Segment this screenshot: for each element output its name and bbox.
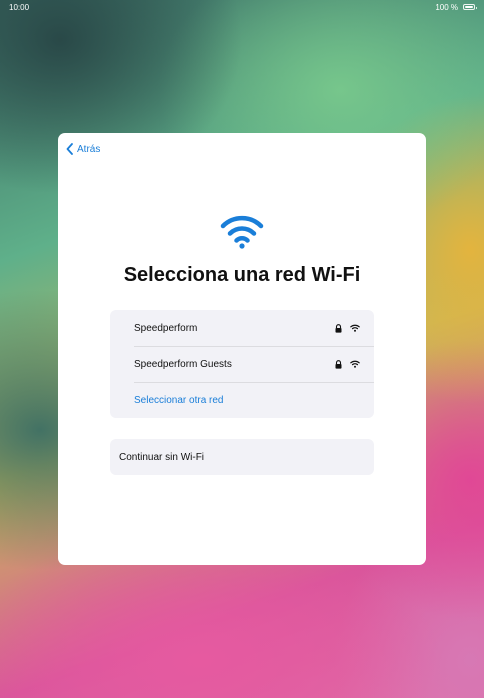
wifi-icon — [350, 360, 360, 368]
wifi-icon — [350, 324, 360, 332]
network-status-icons — [335, 359, 360, 369]
status-right: 100 % — [435, 2, 477, 12]
status-bar: 10:00 100 % — [0, 0, 484, 14]
network-name: Speedperform Guests — [134, 358, 232, 370]
back-button[interactable]: Atrás — [66, 143, 100, 155]
choose-other-network-link[interactable]: Seleccionar otra red — [134, 382, 224, 418]
network-list: Speedperform Speedperform Guests Selecci… — [110, 310, 374, 418]
chevron-left-icon — [66, 143, 73, 155]
network-row-speedperform[interactable]: Speedperform — [134, 310, 374, 346]
lock-icon — [335, 323, 342, 333]
wifi-icon — [220, 215, 264, 249]
battery-icon — [463, 4, 477, 10]
network-status-icons — [335, 323, 360, 333]
network-row-speedperform-guests[interactable]: Speedperform Guests — [134, 346, 374, 382]
lock-icon — [335, 359, 342, 369]
network-name: Speedperform — [134, 322, 198, 334]
battery-percent: 100 % — [435, 2, 458, 12]
page-title: Selecciona una red Wi-Fi — [123, 264, 361, 286]
wifi-setup-card: Atrás Selecciona una red Wi-Fi Speedperf… — [58, 133, 426, 565]
status-time: 10:00 — [9, 2, 30, 12]
back-label: Atrás — [77, 143, 101, 155]
continue-without-wifi-button[interactable]: Continuar sin Wi-Fi — [110, 439, 374, 475]
